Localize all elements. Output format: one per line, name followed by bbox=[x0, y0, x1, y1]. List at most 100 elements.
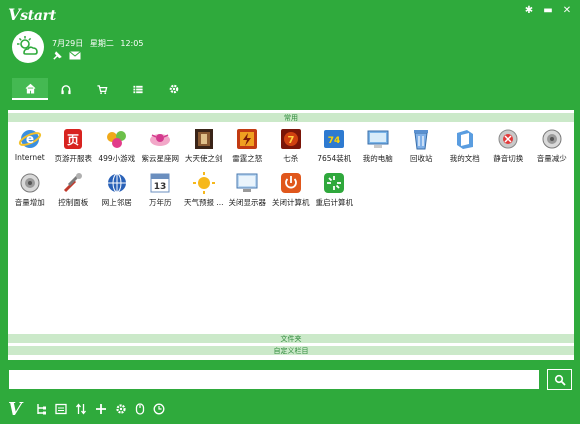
volume-up-icon bbox=[20, 173, 40, 193]
app-shortcut[interactable]: 回收站 bbox=[400, 125, 444, 167]
app-panel: 常用 e Internet 页页游开服表 499小游戏 紫云星座网 大天使之剑 雷霆之怒 7 七… bbox=[8, 110, 574, 360]
app-shortcut[interactable]: 静音切换 bbox=[487, 125, 531, 167]
app-shortcut[interactable]: 13 万年历 bbox=[139, 169, 183, 211]
mini-games-icon bbox=[106, 131, 126, 148]
recycle-bin-icon bbox=[414, 130, 429, 150]
tab-settings[interactable] bbox=[156, 78, 192, 100]
add-icon[interactable] bbox=[95, 403, 107, 415]
vstart-window: Vstart ✱ ▬ ✕ 7月29日 星期二 12:05 常用 e Intern… bbox=[0, 0, 580, 424]
bug-icon[interactable]: ✱ bbox=[524, 6, 534, 16]
weekday-text: 星期二 bbox=[89, 39, 114, 48]
my-documents-icon bbox=[456, 130, 473, 149]
app-label: 音量增加 bbox=[14, 198, 45, 207]
app-label: 499小游戏 bbox=[98, 154, 136, 163]
sort-icon[interactable] bbox=[75, 403, 87, 415]
game-server-icon: 页 bbox=[64, 129, 83, 149]
app-shortcut[interactable]: 页页游开服表 bbox=[52, 125, 96, 167]
thunder-game-icon bbox=[237, 129, 258, 149]
minimize-icon[interactable]: ▬ bbox=[543, 6, 553, 16]
app-label: 关闭显示器 bbox=[228, 198, 267, 207]
tab-shop[interactable] bbox=[84, 78, 120, 100]
app-shortcut[interactable]: e Internet bbox=[8, 125, 52, 167]
category-tabs bbox=[12, 78, 192, 100]
mail-icon[interactable] bbox=[69, 50, 81, 61]
app-shortcut[interactable]: 重启计算机 bbox=[313, 169, 357, 211]
weather-widget[interactable] bbox=[12, 31, 44, 63]
volume-down-icon bbox=[542, 129, 562, 149]
app-shortcut[interactable]: 我的电脑 bbox=[356, 125, 400, 167]
app-label: 万年历 bbox=[149, 198, 172, 207]
svg-text:e: e bbox=[26, 132, 34, 146]
search-icon bbox=[554, 374, 566, 386]
app-label: 我的电脑 bbox=[362, 154, 393, 163]
app-shortcut[interactable]: 关闭显示器 bbox=[226, 169, 270, 211]
svg-text:7: 7 bbox=[287, 135, 294, 146]
app-shortcut[interactable]: 音量增加 bbox=[8, 169, 52, 211]
calendar-icon: 13 bbox=[150, 173, 170, 193]
close-icon[interactable]: ✕ bbox=[562, 6, 572, 16]
date-time: 7月29日 星期二 12:05 bbox=[52, 38, 147, 49]
cloudy-sun-icon bbox=[17, 36, 38, 55]
app-label: 雷霆之怒 bbox=[232, 154, 263, 163]
app-label: 天气预报 ... bbox=[183, 198, 224, 207]
section-custom[interactable]: 自定义栏目 bbox=[8, 346, 574, 356]
app-shortcut[interactable]: 控制面板 bbox=[52, 169, 96, 211]
app-shortcut[interactable]: 网上邻居 bbox=[95, 169, 139, 211]
app-label: 我的文档 bbox=[449, 154, 480, 163]
mouse-icon[interactable] bbox=[135, 403, 145, 415]
svg-text:页: 页 bbox=[67, 133, 79, 147]
quick-icons bbox=[52, 50, 81, 61]
window-controls: ✱ ▬ ✕ bbox=[524, 6, 572, 16]
control-panel-icon bbox=[64, 173, 83, 193]
app-label: 七杀 bbox=[283, 154, 299, 163]
restart-icon bbox=[324, 173, 345, 193]
app-label: 大天使之剑 bbox=[185, 154, 223, 163]
gear-icon bbox=[169, 84, 179, 94]
tab-list[interactable] bbox=[120, 78, 156, 100]
install-7654-icon: 74 bbox=[324, 130, 345, 148]
bottom-logo[interactable]: V bbox=[8, 399, 22, 420]
app-shortcut[interactable]: 7 七杀 bbox=[269, 125, 313, 167]
cart-icon bbox=[97, 84, 108, 94]
app-label: 回收站 bbox=[410, 154, 433, 163]
mute-toggle-icon bbox=[498, 129, 518, 149]
svg-text:13: 13 bbox=[154, 182, 167, 192]
app-label: 静音切换 bbox=[493, 154, 524, 163]
network-icon bbox=[107, 173, 126, 193]
tab-home[interactable] bbox=[12, 78, 48, 100]
pin-icon[interactable] bbox=[52, 50, 63, 61]
svg-text:74: 74 bbox=[328, 136, 341, 146]
app-grid: e Internet 页页游开服表 499小游戏 紫云星座网 大天使之剑 雷霆之怒 7 七杀 74… bbox=[8, 125, 574, 211]
horoscope-icon bbox=[150, 134, 171, 146]
app-shortcut[interactable]: 我的文档 bbox=[443, 125, 487, 167]
monitor-off-icon bbox=[236, 173, 258, 192]
section-common[interactable]: 常用 bbox=[8, 113, 574, 123]
tab-music[interactable] bbox=[48, 78, 84, 100]
app-shortcut[interactable]: 音量减少 bbox=[530, 125, 574, 167]
seven-kills-game-icon: 7 bbox=[280, 129, 301, 149]
app-label: 音量减少 bbox=[536, 154, 567, 163]
app-shortcut[interactable]: 74 7654装机 bbox=[313, 125, 357, 167]
date-text: 7月29日 bbox=[52, 39, 84, 48]
app-label: 重启计算机 bbox=[315, 198, 354, 207]
app-shortcut[interactable]: 紫云星座网 bbox=[139, 125, 183, 167]
app-logo: Vstart bbox=[8, 5, 56, 24]
internet-explorer-icon: e bbox=[18, 130, 41, 148]
search-button[interactable] bbox=[547, 369, 572, 390]
screen-icon[interactable] bbox=[55, 403, 67, 415]
app-shortcut[interactable]: 499小游戏 bbox=[95, 125, 139, 167]
app-label: 紫云星座网 bbox=[141, 154, 180, 163]
app-shortcut[interactable]: 关闭计算机 bbox=[269, 169, 313, 211]
app-label: 控制面板 bbox=[58, 198, 89, 207]
archangel-game-icon bbox=[194, 129, 213, 149]
time-text: 12:05 bbox=[120, 39, 144, 48]
app-shortcut[interactable]: 雷霆之怒 bbox=[226, 125, 270, 167]
search-input[interactable] bbox=[8, 369, 540, 390]
app-label: 关闭计算机 bbox=[272, 198, 310, 207]
tree-icon[interactable] bbox=[36, 403, 47, 415]
section-folders[interactable]: 文件夹 bbox=[8, 334, 574, 344]
app-shortcut[interactable]: 天气预报 ... bbox=[182, 169, 226, 211]
app-shortcut[interactable]: 大天使之剑 bbox=[182, 125, 226, 167]
clock-icon[interactable] bbox=[153, 403, 165, 415]
settings-icon[interactable] bbox=[115, 403, 127, 415]
